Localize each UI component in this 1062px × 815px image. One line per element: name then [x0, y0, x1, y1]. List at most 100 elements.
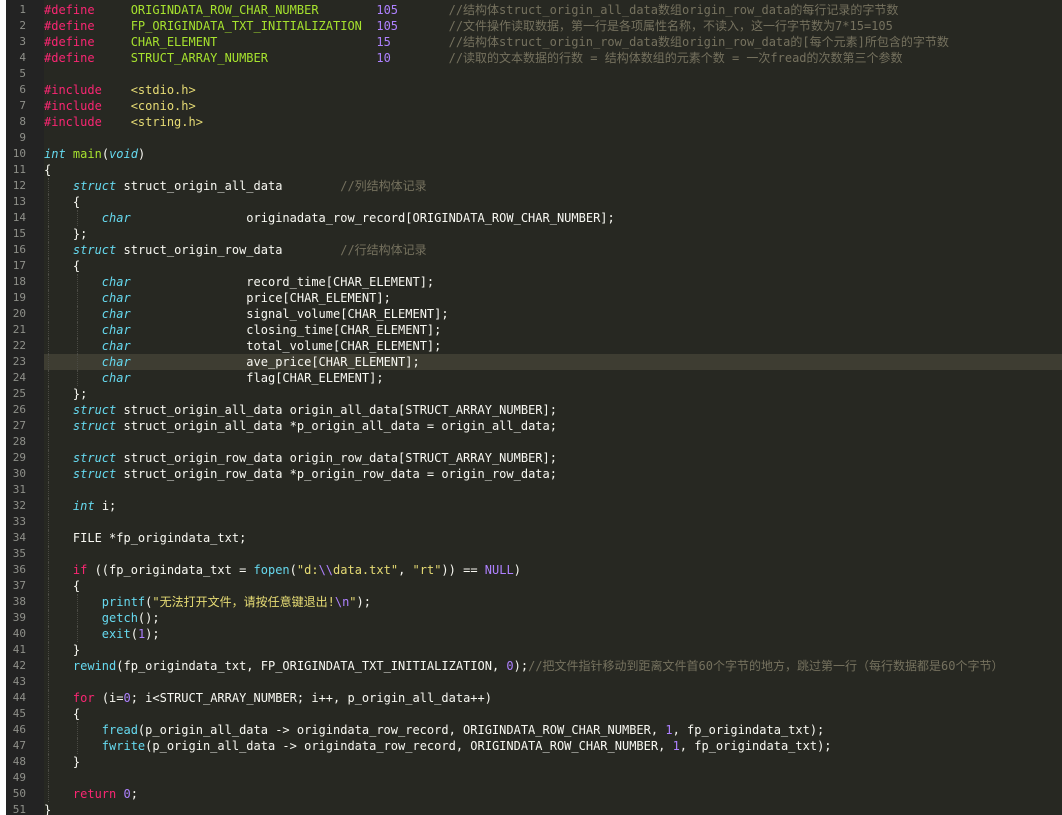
code-line-text[interactable]: FILE *fp_origindata_txt;: [44, 530, 1062, 546]
code-line-text[interactable]: }: [44, 802, 1062, 815]
code-line[interactable]: 50 return 0;: [0, 786, 1062, 802]
code-line-text[interactable]: char total_volume[CHAR_ELEMENT];: [44, 338, 1062, 354]
code-line-text[interactable]: };: [44, 386, 1062, 402]
code-line[interactable]: 27 struct struct_origin_all_data *p_orig…: [0, 418, 1062, 434]
code-line[interactable]: 47 fwrite(p_origin_all_data -> origindat…: [0, 738, 1062, 754]
code-line[interactable]: 32 int i;: [0, 498, 1062, 514]
code-line-text[interactable]: [44, 546, 1062, 562]
code-line-text[interactable]: exit(1);: [44, 626, 1062, 642]
code-line-text[interactable]: return 0;: [44, 786, 1062, 802]
code-line[interactable]: 8 #include <string.h>: [0, 114, 1062, 130]
code-line-text[interactable]: [44, 66, 1062, 82]
code-line[interactable]: 34 FILE *fp_origindata_txt;: [0, 530, 1062, 546]
code-line[interactable]: 35: [0, 546, 1062, 562]
code-line[interactable]: 33: [0, 514, 1062, 530]
code-line[interactable]: 40 exit(1);: [0, 626, 1062, 642]
code-line[interactable]: 30 struct struct_origin_row_data *p_orig…: [0, 466, 1062, 482]
code-line[interactable]: 42 rewind(fp_origindata_txt, FP_ORIGINDA…: [0, 658, 1062, 674]
code-line-text[interactable]: char signal_volume[CHAR_ELEMENT];: [44, 306, 1062, 322]
code-line-text[interactable]: rewind(fp_origindata_txt, FP_ORIGINDATA_…: [44, 658, 1062, 674]
code-line[interactable]: 49: [0, 770, 1062, 786]
code-line[interactable]: 3 #define CHAR_ELEMENT 15 //结构体struct_ori…: [0, 34, 1062, 50]
code-line[interactable]: 39 getch();: [0, 610, 1062, 626]
code-line[interactable]: 9: [0, 130, 1062, 146]
code-line[interactable]: 13 {: [0, 194, 1062, 210]
code-line-text[interactable]: char ave_price[CHAR_ELEMENT];: [44, 354, 1062, 370]
code-line-text[interactable]: #include <string.h>: [44, 114, 1062, 130]
code-line[interactable]: 21 char closing_time[CHAR_ELEMENT];: [0, 322, 1062, 338]
code-line-text[interactable]: #define ORIGINDATA_ROW_CHAR_NUMBER 105 /…: [44, 2, 1062, 18]
code-line[interactable]: 7 #include <conio.h>: [0, 98, 1062, 114]
code-line[interactable]: 48 }: [0, 754, 1062, 770]
code-line[interactable]: 17 {: [0, 258, 1062, 274]
code-line[interactable]: 26 struct struct_origin_all_data origin_…: [0, 402, 1062, 418]
code-line[interactable]: 1 #define ORIGINDATA_ROW_CHAR_NUMBER 105 …: [0, 2, 1062, 18]
code-line[interactable]: 22 char total_volume[CHAR_ELEMENT];: [0, 338, 1062, 354]
code-line-text[interactable]: [44, 482, 1062, 498]
code-line[interactable]: 23 char ave_price[CHAR_ELEMENT];: [0, 354, 1062, 370]
code-line[interactable]: 4 #define STRUCT_ARRAY_NUMBER 10 //读取的文本数…: [0, 50, 1062, 66]
code-line-text[interactable]: [44, 514, 1062, 530]
code-line-text[interactable]: struct struct_origin_all_data //列结构体记录: [44, 178, 1062, 194]
code-line-text[interactable]: }: [44, 642, 1062, 658]
code-line-text[interactable]: [44, 434, 1062, 450]
code-line-text[interactable]: if ((fp_origindata_txt = fopen("d:\\data…: [44, 562, 1062, 578]
code-line[interactable]: 31: [0, 482, 1062, 498]
code-line-text[interactable]: struct struct_origin_row_data //行结构体记录: [44, 242, 1062, 258]
code-line[interactable]: 2 #define FP_ORIGINDATA_TXT_INITIALIZATIO…: [0, 18, 1062, 34]
code-line[interactable]: 41 }: [0, 642, 1062, 658]
code-editor[interactable]: 1 #define ORIGINDATA_ROW_CHAR_NUMBER 105 …: [0, 0, 1062, 815]
code-line-text[interactable]: #include <stdio.h>: [44, 82, 1062, 98]
code-line[interactable]: 12 struct struct_origin_all_data //列结构体记…: [0, 178, 1062, 194]
code-line-text[interactable]: printf("无法打开文件，请按任意键退出!\n");: [44, 594, 1062, 610]
code-line-text[interactable]: {: [44, 706, 1062, 722]
code-line[interactable]: 5: [0, 66, 1062, 82]
code-line[interactable]: 19 char price[CHAR_ELEMENT];: [0, 290, 1062, 306]
code-line[interactable]: 14 char originadata_row_record[ORIGINDAT…: [0, 210, 1062, 226]
code-line-text[interactable]: struct struct_origin_row_data *p_origin_…: [44, 466, 1062, 482]
code-line-text[interactable]: [44, 674, 1062, 690]
code-line[interactable]: 37 {: [0, 578, 1062, 594]
code-line-text[interactable]: {: [44, 578, 1062, 594]
code-line[interactable]: 10 int main(void): [0, 146, 1062, 162]
code-line[interactable]: 24 char flag[CHAR_ELEMENT];: [0, 370, 1062, 386]
code-line-text[interactable]: char flag[CHAR_ELEMENT];: [44, 370, 1062, 386]
code-line-text[interactable]: int i;: [44, 498, 1062, 514]
code-line-text[interactable]: #define FP_ORIGINDATA_TXT_INITIALIZATION…: [44, 18, 1062, 34]
code-line[interactable]: 16 struct struct_origin_row_data //行结构体记…: [0, 242, 1062, 258]
code-line[interactable]: 36 if ((fp_origindata_txt = fopen("d:\\d…: [0, 562, 1062, 578]
code-line[interactable]: 20 char signal_volume[CHAR_ELEMENT];: [0, 306, 1062, 322]
code-line-text[interactable]: struct struct_origin_all_data origin_all…: [44, 402, 1062, 418]
code-line-text[interactable]: {: [44, 258, 1062, 274]
code-line[interactable]: 11 {: [0, 162, 1062, 178]
code-line[interactable]: 18 char record_time[CHAR_ELEMENT];: [0, 274, 1062, 290]
code-line-text[interactable]: fwrite(p_origin_all_data -> origindata_r…: [44, 738, 1062, 754]
code-line[interactable]: 46 fread(p_origin_all_data -> origindata…: [0, 722, 1062, 738]
code-line-text[interactable]: #define CHAR_ELEMENT 15 //结构体struct_orig…: [44, 34, 1062, 50]
code-line-text[interactable]: int main(void): [44, 146, 1062, 162]
code-line[interactable]: 28: [0, 434, 1062, 450]
code-line[interactable]: 43: [0, 674, 1062, 690]
code-line[interactable]: 25 };: [0, 386, 1062, 402]
code-line-text[interactable]: struct struct_origin_row_data origin_row…: [44, 450, 1062, 466]
code-line-text[interactable]: char originadata_row_record[ORIGINDATA_R…: [44, 210, 1062, 226]
code-line-text[interactable]: char record_time[CHAR_ELEMENT];: [44, 274, 1062, 290]
code-line-text[interactable]: char closing_time[CHAR_ELEMENT];: [44, 322, 1062, 338]
code-line[interactable]: 15 };: [0, 226, 1062, 242]
code-line-text[interactable]: for (i=0; i<STRUCT_ARRAY_NUMBER; i++, p_…: [44, 690, 1062, 706]
code-line-text[interactable]: #define STRUCT_ARRAY_NUMBER 10 //读取的文本数据…: [44, 50, 1062, 66]
code-line-text[interactable]: };: [44, 226, 1062, 242]
code-line[interactable]: 38 printf("无法打开文件，请按任意键退出!\n");: [0, 594, 1062, 610]
code-line-text[interactable]: char price[CHAR_ELEMENT];: [44, 290, 1062, 306]
code-line-text[interactable]: struct struct_origin_all_data *p_origin_…: [44, 418, 1062, 434]
code-line[interactable]: 29 struct struct_origin_row_data origin_…: [0, 450, 1062, 466]
code-line-text[interactable]: {: [44, 162, 1062, 178]
code-line-text[interactable]: [44, 130, 1062, 146]
code-line-text[interactable]: }: [44, 754, 1062, 770]
code-line-text[interactable]: {: [44, 194, 1062, 210]
code-line[interactable]: 44 for (i=0; i<STRUCT_ARRAY_NUMBER; i++,…: [0, 690, 1062, 706]
code-line-text[interactable]: [44, 770, 1062, 786]
code-line-text[interactable]: fread(p_origin_all_data -> origindata_ro…: [44, 722, 1062, 738]
code-line-text[interactable]: #include <conio.h>: [44, 98, 1062, 114]
code-line[interactable]: 45 {: [0, 706, 1062, 722]
